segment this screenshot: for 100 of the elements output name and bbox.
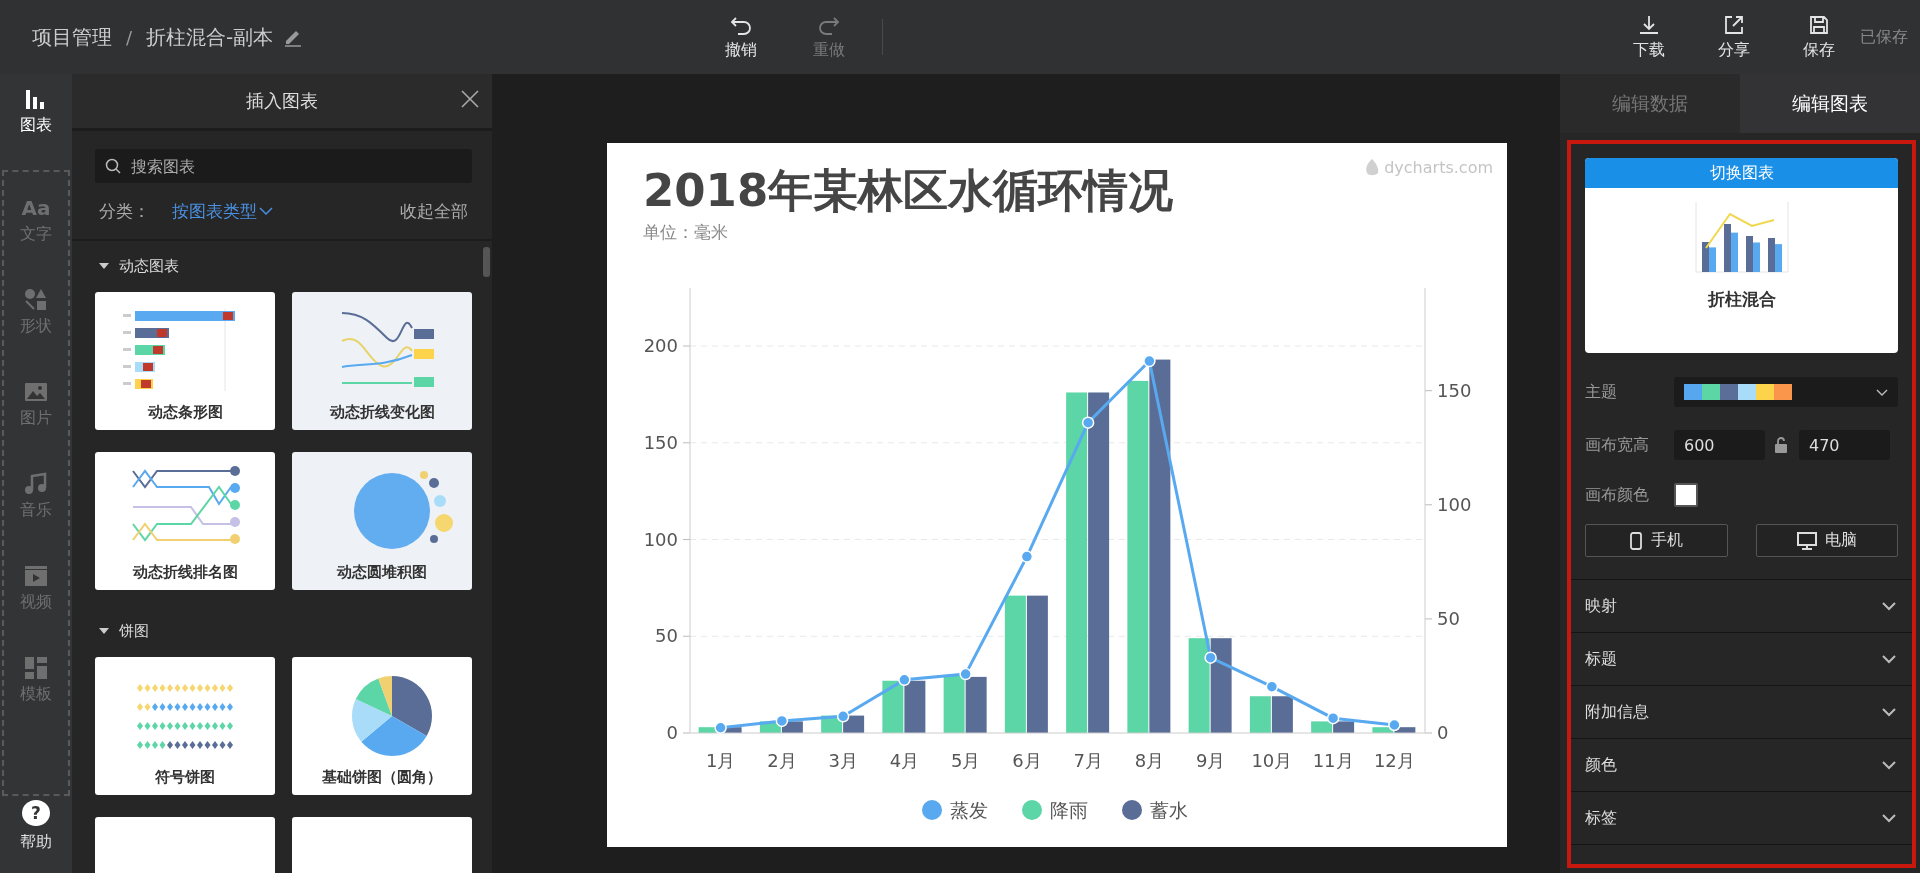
bar [965, 676, 987, 733]
legend-label: 降雨 [1050, 799, 1088, 821]
x-axis-label: 1月 [705, 750, 736, 771]
x-axis-label: 3月 [828, 750, 858, 771]
line-point [714, 721, 727, 734]
field-label: 主题 [1585, 381, 1618, 403]
chart-type-name: 折柱混合 [1707, 288, 1776, 311]
y-axis-tick [1424, 732, 1433, 734]
field-label: 画布颜色 [1585, 484, 1650, 506]
close-button[interactable] [460, 89, 480, 109]
line-point [1265, 680, 1279, 693]
scrollbar-thumb[interactable] [483, 247, 490, 277]
search-icon [105, 158, 121, 174]
x-axis-label: 11月 [1312, 750, 1354, 771]
field-label: 画布宽高 [1585, 434, 1650, 456]
line-point [1326, 711, 1340, 725]
x-axis-label: 5月 [950, 750, 981, 771]
canvas-color-swatch[interactable] [1674, 483, 1698, 507]
close-icon [460, 89, 480, 109]
collapse-all-link[interactable]: 收起全部 [400, 199, 468, 223]
y-axis-label: 150 [1437, 379, 1472, 401]
chart-title: 2018年某林区水循环情况 [643, 163, 1175, 219]
category-label: 分类： [99, 199, 150, 223]
settings-section[interactable]: 附加信息 [1571, 686, 1912, 739]
chart-type-card[interactable]: 符号饼图 [95, 657, 275, 795]
phone-preview-button[interactable]: 手机 [1585, 524, 1728, 557]
breadcrumb-separator: / [126, 26, 133, 48]
bar [1271, 696, 1293, 733]
panel-tab[interactable]: 编辑图表 [1740, 74, 1920, 133]
category-dropdown[interactable]: 按图表类型 [172, 199, 273, 223]
phone-icon [1629, 531, 1644, 550]
legend-label: 蒸发 [950, 799, 988, 821]
y-axis-tick [1424, 504, 1433, 506]
settings-section[interactable]: 映射 [1571, 580, 1912, 633]
bar [1311, 721, 1333, 733]
group-toggle[interactable]: 饼图 [95, 620, 149, 642]
line-point [898, 673, 911, 687]
watermark-text: dycharts.com [1384, 157, 1493, 177]
settings-section[interactable]: 标签 [1571, 792, 1912, 845]
share-icon [1723, 13, 1745, 36]
help-button[interactable]: ? 帮助 [0, 800, 72, 853]
breadcrumb-link[interactable]: 项目管理 [32, 23, 112, 51]
x-axis-label: 10月 [1251, 750, 1293, 771]
breadcrumb-link[interactable]: 折柱混合-副本 [146, 23, 274, 51]
desktop-preview-button[interactable]: 电脑 [1755, 524, 1898, 557]
x-axis-label: 2月 [767, 750, 797, 771]
save-status: 已保存 [1860, 26, 1908, 48]
line-point [1388, 718, 1401, 732]
sidebar-tab[interactable]: 图表 [0, 74, 72, 148]
group-toggle[interactable]: 动态图表 [95, 255, 179, 277]
padlock-icon[interactable] [1775, 437, 1787, 453]
x-axis-label: 4月 [889, 750, 920, 771]
chart-type-card[interactable]: 基础饼图（圆角） [292, 657, 472, 795]
y-axis-label: 50 [1437, 607, 1460, 629]
width-input[interactable]: 600 [1674, 430, 1765, 460]
help-icon: ? [22, 800, 50, 826]
line-point [1204, 651, 1217, 664]
chart-type-card[interactable]: 动态折线变化图 [292, 292, 472, 430]
line-point [959, 667, 972, 681]
y-axis-tick [682, 345, 691, 347]
line-point [1020, 550, 1034, 563]
y-axis-label: 100 [1437, 493, 1472, 515]
y-axis-tick [682, 635, 691, 637]
x-axis-label: 7月 [1073, 750, 1103, 771]
y-axis-label: 100 [643, 528, 678, 550]
download-button[interactable]: 下载 [1616, 13, 1682, 61]
y-axis-tick [682, 732, 691, 734]
y-axis-label: 150 [643, 431, 678, 453]
line-point [775, 714, 789, 728]
y-axis-tick [682, 539, 691, 540]
line-point [836, 710, 850, 723]
chart-type-card[interactable]: 动态折线排名图 [95, 452, 275, 590]
bar [1249, 696, 1271, 733]
y-axis-label: 200 [643, 335, 678, 357]
shapes-icon [24, 287, 48, 312]
chart-subtitle: 单位：毫米 [643, 221, 729, 244]
x-axis-label: 6月 [1012, 750, 1042, 771]
panel-title: 插入图表 [246, 89, 318, 113]
settings-section[interactable]: 颜色 [1571, 739, 1912, 792]
monitor-icon [1796, 531, 1817, 550]
y-axis-tick [1424, 390, 1433, 392]
x-axis-label: 8月 [1134, 750, 1165, 771]
y-axis-label: 50 [655, 625, 678, 647]
template-icon [24, 655, 48, 680]
y-axis-tick [1424, 618, 1433, 620]
settings-section[interactable]: 标题 [1571, 633, 1912, 686]
chart-type-card[interactable]: 动态圆堆积图 [292, 452, 472, 590]
y-axis-tick [682, 442, 691, 444]
search-field[interactable]: 搜索图表 [95, 149, 472, 183]
save-button[interactable]: 保存 [1786, 13, 1852, 61]
x-axis-label: 9月 [1195, 750, 1226, 771]
chevron-down-icon [259, 204, 273, 218]
height-input[interactable]: 470 [1799, 430, 1890, 460]
chart-type-card[interactable]: 动态条形图 [95, 292, 275, 430]
y-axis-label: 0 [666, 722, 678, 743]
theme-dropdown[interactable] [1674, 377, 1898, 407]
legend-label: 蓄水 [1150, 799, 1188, 821]
undo-button[interactable]: 撤销 [708, 13, 774, 61]
music-note-icon [24, 471, 48, 496]
share-button[interactable]: 分享 [1701, 13, 1767, 61]
